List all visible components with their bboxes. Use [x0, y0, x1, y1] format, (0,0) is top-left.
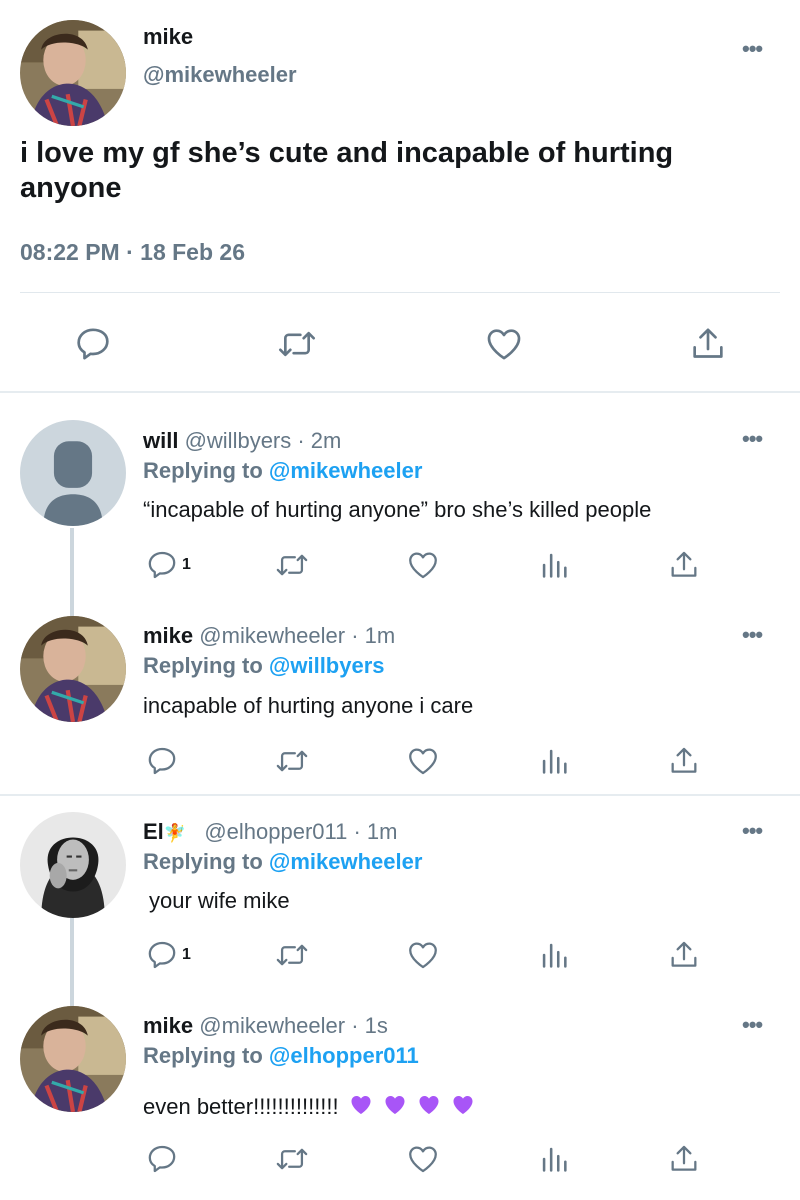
like-icon[interactable]	[405, 744, 441, 778]
reply-icon[interactable]	[144, 744, 180, 778]
more-icon[interactable]: •••	[742, 622, 763, 648]
reply-text: incapable of hurting anyone i care	[143, 693, 474, 718]
author-name[interactable]: mike	[143, 1013, 193, 1038]
main-tweet: mike @mikewheeler ••• i love my gf she’s…	[0, 0, 800, 392]
avatar[interactable]	[20, 420, 126, 526]
author-handle[interactable]: @mikewheeler	[143, 62, 297, 88]
reply-text: your wife mike	[149, 888, 290, 913]
replying-prefix: Replying to	[143, 653, 263, 678]
more-icon[interactable]: •••	[742, 818, 763, 844]
analytics-icon[interactable]	[536, 744, 572, 778]
tweet-timestamp: 08:22 PM · 18 Feb 26	[20, 239, 245, 265]
more-icon[interactable]: •••	[742, 36, 763, 62]
analytics-icon[interactable]	[536, 1142, 572, 1176]
tweet-text: i love my gf she’s cute and incapable of…	[20, 137, 674, 204]
purple-heart-icon	[451, 1093, 475, 1117]
like-icon[interactable]	[405, 1142, 441, 1176]
retweet-icon[interactable]	[274, 1142, 310, 1176]
author-meta: @mikewheeler · 1s	[199, 1013, 388, 1038]
reply-icon[interactable]	[144, 548, 180, 582]
mention-link[interactable]: @mikewheeler	[269, 458, 423, 483]
divider	[0, 794, 800, 796]
mention-link[interactable]: @elhopper011	[269, 1043, 419, 1068]
more-icon[interactable]: •••	[742, 1012, 763, 1038]
divider	[0, 391, 800, 393]
reply-icon[interactable]	[71, 324, 115, 364]
retweet-icon[interactable]	[274, 938, 310, 972]
thread-line	[70, 528, 74, 616]
replying-to: Replying to @elhopper011	[143, 1043, 419, 1069]
more-icon[interactable]: •••	[742, 426, 763, 452]
reply-text: “incapable of hurting anyone” bro she’s …	[143, 497, 652, 522]
purple-heart-icon	[349, 1093, 373, 1117]
retweet-icon[interactable]	[275, 324, 319, 364]
reply-header: mike @mikewheeler · 1m	[143, 623, 395, 649]
avatar[interactable]	[20, 20, 126, 126]
like-icon[interactable]	[482, 324, 526, 364]
author-name[interactable]: El	[143, 819, 164, 844]
reply-icon[interactable]	[144, 938, 180, 972]
replying-to: Replying to @willbyers	[143, 653, 385, 679]
avatar[interactable]	[20, 616, 126, 722]
divider	[20, 292, 780, 293]
share-icon[interactable]	[666, 938, 702, 972]
share-icon[interactable]	[666, 548, 702, 582]
like-icon[interactable]	[405, 548, 441, 582]
author-name[interactable]: mike	[143, 24, 193, 50]
fairy-emoji: 🧚	[163, 823, 187, 843]
reply-text: even better!!!!!!!!!!!!!!	[143, 1094, 339, 1119]
retweet-icon[interactable]	[274, 744, 310, 778]
share-icon[interactable]	[666, 744, 702, 778]
reply-header: will @willbyers · 2m	[143, 428, 341, 454]
author-meta: @mikewheeler · 1m	[199, 623, 396, 648]
replying-prefix: Replying to	[143, 849, 263, 874]
mention-link[interactable]: @willbyers	[269, 653, 385, 678]
avatar[interactable]	[20, 812, 126, 918]
share-icon[interactable]	[686, 324, 730, 364]
analytics-icon[interactable]	[536, 938, 572, 972]
replying-to: Replying to @mikewheeler	[143, 849, 422, 875]
author-name[interactable]: will	[143, 428, 178, 453]
reply-count: 1	[182, 946, 191, 963]
like-icon[interactable]	[405, 938, 441, 972]
reply-count: 1	[182, 556, 191, 573]
analytics-icon[interactable]	[536, 548, 572, 582]
reply-icon[interactable]	[144, 1142, 180, 1176]
purple-heart-icon	[417, 1093, 441, 1117]
replying-to: Replying to @mikewheeler	[143, 458, 422, 484]
mention-link[interactable]: @mikewheeler	[269, 849, 423, 874]
reply-text-line: even better!!!!!!!!!!!!!!	[143, 1093, 475, 1120]
retweet-icon[interactable]	[274, 548, 310, 582]
author-meta: @willbyers · 2m	[184, 428, 342, 453]
reply-header: mike @mikewheeler · 1s	[143, 1013, 388, 1039]
thread-line	[70, 918, 74, 1006]
author-name[interactable]: mike	[143, 623, 193, 648]
replying-prefix: Replying to	[143, 1043, 263, 1068]
avatar[interactable]	[20, 1006, 126, 1112]
replying-prefix: Replying to	[143, 458, 263, 483]
share-icon[interactable]	[666, 1142, 702, 1176]
purple-heart-icon	[383, 1093, 407, 1117]
author-meta: @elhopper011 · 1m	[204, 819, 398, 844]
reply-header: El🧚 @elhopper011 · 1m	[143, 819, 398, 845]
